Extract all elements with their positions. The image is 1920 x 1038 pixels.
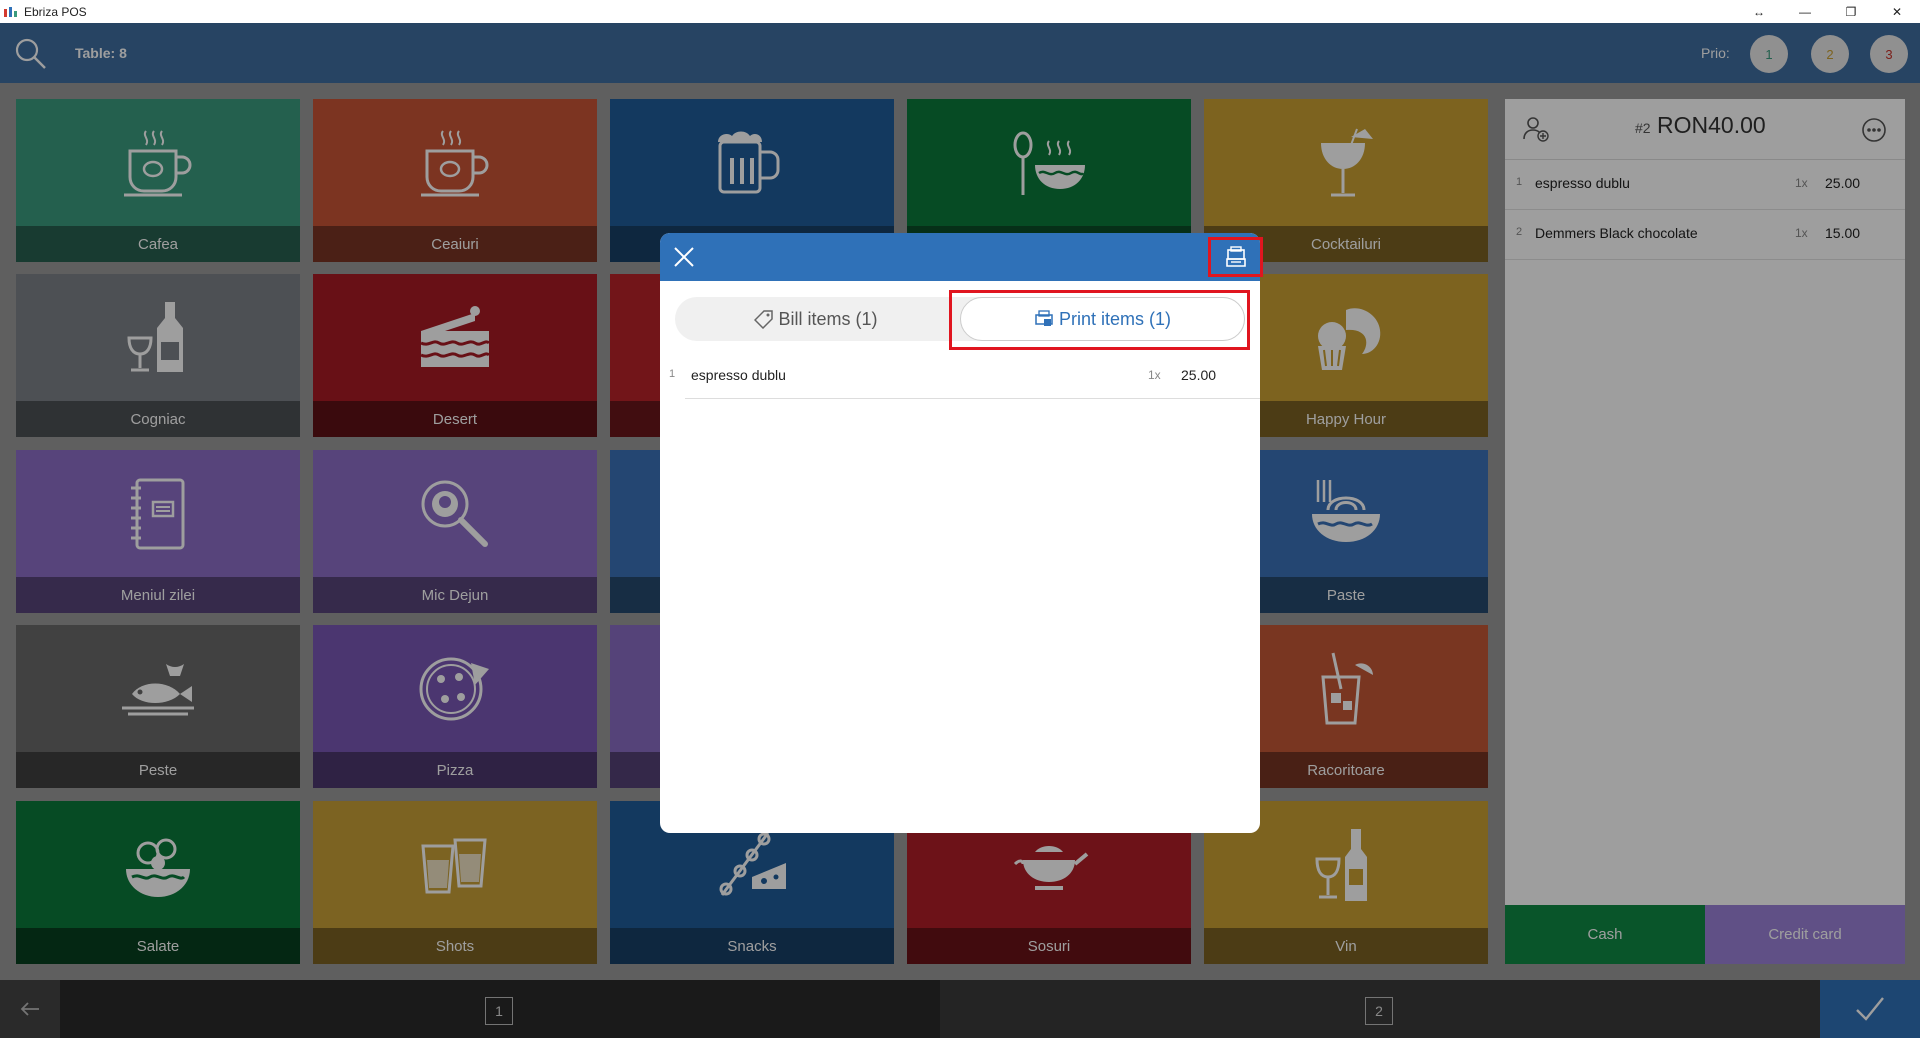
modal-header <box>660 233 1260 281</box>
tab-bill-items[interactable]: Bill items (1) <box>675 297 957 341</box>
close-icon[interactable] <box>673 246 695 268</box>
item-name: espresso dublu <box>691 367 786 383</box>
item-price: 25.00 <box>1181 367 1217 383</box>
highlight-print-icon <box>1208 237 1263 277</box>
print-item-row[interactable]: 1 espresso dublu 1x 25.00 <box>660 359 1260 399</box>
app-logo-icon <box>4 6 18 17</box>
restore-button[interactable]: ❐ <box>1828 0 1874 23</box>
window-title: Ebriza POS <box>24 4 87 19</box>
highlight-print-tab <box>949 290 1250 350</box>
resize-icon[interactable]: ↔ <box>1736 0 1782 23</box>
window-titlebar: Ebriza POS ↔ — ❐ ✕ <box>0 0 1920 23</box>
close-window-button[interactable]: ✕ <box>1874 0 1920 23</box>
item-qty: 1x <box>1148 368 1161 382</box>
tag-icon <box>754 310 774 329</box>
minimize-button[interactable]: — <box>1782 0 1828 23</box>
